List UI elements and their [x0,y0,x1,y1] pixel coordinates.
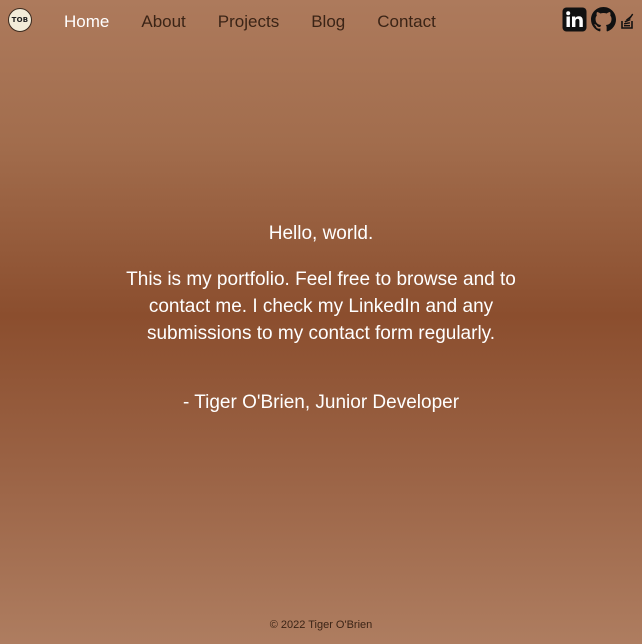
hero: Hello, world. This is my portfolio. Feel… [0,222,642,434]
footer-copyright: © 2022 Tiger O'Brien [269,619,373,631]
nav-link-about[interactable]: About [141,12,185,32]
hero-intro: This is my portfolio. Feel free to brows… [126,269,516,344]
social-links [562,7,636,32]
stack-overflow-icon[interactable] [620,7,636,32]
nav-link-blog[interactable]: Blog [311,12,345,32]
navbar: TOB Home About Projects Blog Contact [0,0,642,44]
hero-signature: - Tiger O'Brien, Junior Developer [182,392,460,413]
nav-links: Home About Projects Blog Contact [64,12,468,32]
github-icon[interactable] [591,7,616,32]
nav-link-projects[interactable]: Projects [218,12,279,32]
linkedin-icon[interactable] [562,7,587,32]
logo-text: TOB [11,16,29,24]
hero-greeting: Hello, world. [268,223,374,244]
logo[interactable]: TOB [8,8,32,32]
nav-link-contact[interactable]: Contact [377,12,436,32]
footer: © 2022 Tiger O'Brien [0,619,642,631]
nav-link-home[interactable]: Home [64,12,109,32]
